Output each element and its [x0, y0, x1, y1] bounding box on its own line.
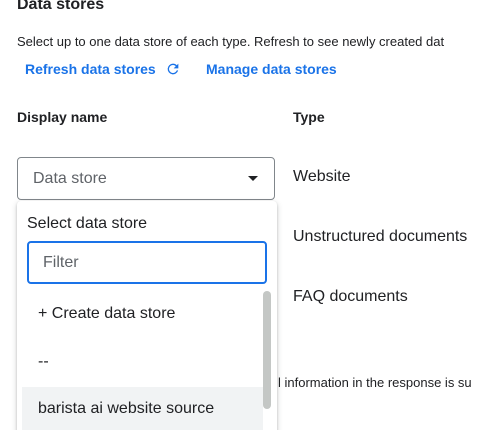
partial-description-text: l information in the response is su	[278, 375, 472, 390]
type-cell-faq: FAQ documents	[293, 288, 408, 305]
select-placeholder: Data store	[33, 169, 107, 187]
refresh-link-label: Refresh data stores	[25, 61, 156, 77]
filter-input[interactable]	[27, 241, 267, 284]
data-store-dropdown: Select data store + Create data store --…	[17, 201, 277, 430]
type-cell-unstructured: Unstructured documents	[293, 228, 468, 245]
manage-data-stores-link[interactable]: Manage data stores	[206, 61, 337, 77]
dropdown-scrollbar[interactable]	[263, 291, 271, 409]
empty-option[interactable]: --	[22, 340, 263, 384]
data-stores-panel: Data stores Select up to one data store …	[0, 0, 487, 430]
caret-down-icon	[248, 176, 258, 181]
column-header-display-name: Display name	[17, 109, 108, 125]
data-store-select[interactable]: Data store	[17, 157, 275, 200]
section-title: Data stores	[17, 0, 105, 13]
type-cell-website: Website	[293, 168, 351, 185]
dropdown-heading: Select data store	[27, 215, 148, 232]
barista-website-source-option[interactable]: barista ai website source	[22, 387, 263, 430]
create-data-store-option[interactable]: + Create data store	[22, 292, 263, 336]
refresh-icon	[167, 63, 179, 75]
section-description: Select up to one data store of each type…	[17, 34, 445, 49]
column-header-type: Type	[293, 109, 325, 125]
refresh-data-stores-link[interactable]: Refresh data stores	[25, 61, 181, 77]
